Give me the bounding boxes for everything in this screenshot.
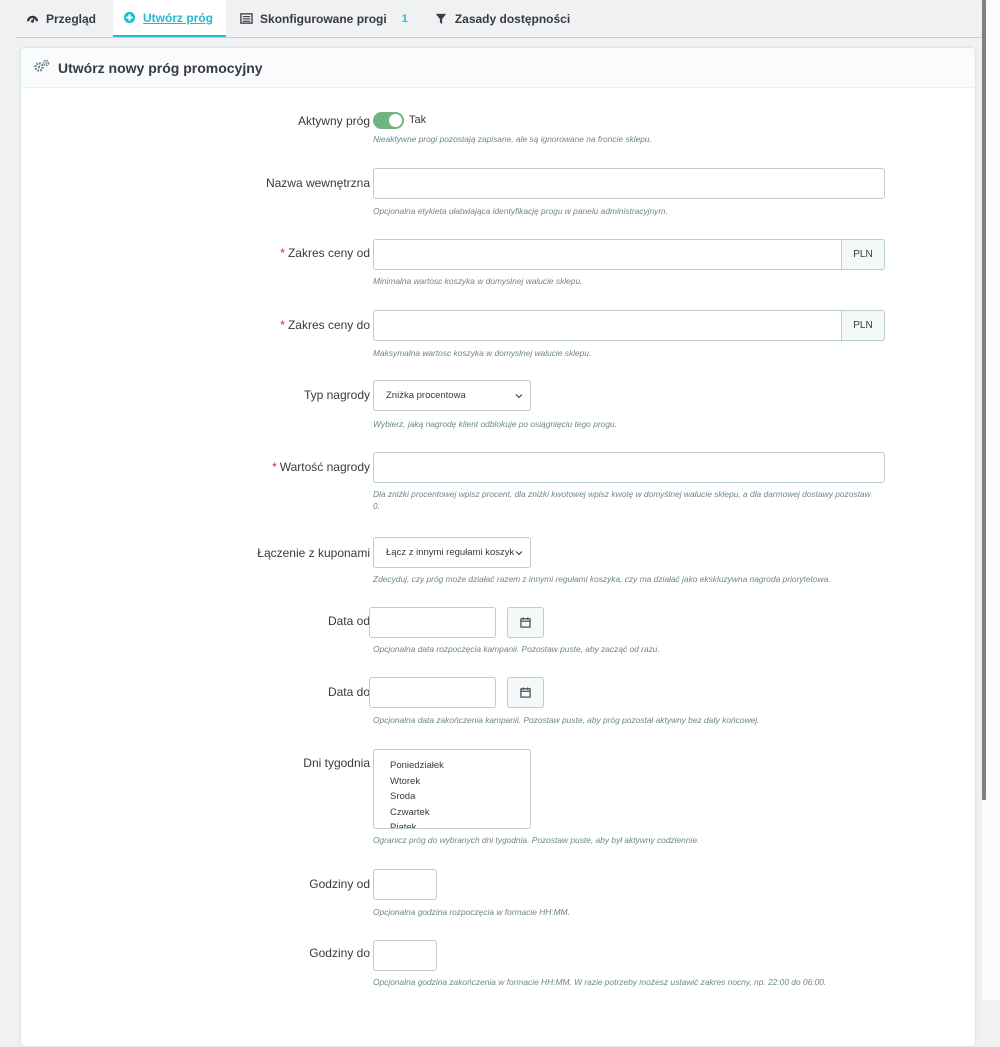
active-switch[interactable]	[373, 112, 404, 129]
date-to-help: Opcjonalna data zakończenia kampanii. Po…	[373, 715, 760, 725]
calendar-icon	[520, 687, 531, 698]
price-to-help: Maksymalna wartosc koszyka w domyslnej w…	[373, 348, 592, 358]
reward-type-help: Wybierz, jaką nagrodę klient odblokuje p…	[373, 419, 617, 429]
hours-to-help: Opcjonalna godzina zakończenia w formaci…	[373, 977, 827, 987]
price-to-label-text: Zakres ceny do	[287, 318, 370, 332]
date-to-calendar-button[interactable]	[507, 677, 544, 708]
days-label: Dni tygodnia	[303, 756, 370, 770]
reward-type-label: Typ nagrody	[303, 388, 370, 402]
date-from-input[interactable]	[369, 607, 496, 638]
name-label: Nazwa wewnętrzna	[265, 176, 370, 190]
hours-to-input[interactable]	[373, 940, 437, 971]
day-option[interactable]: Czwartek	[390, 805, 530, 821]
date-to-input[interactable]	[369, 677, 496, 708]
tab-label: Skonfigurowane progi	[260, 11, 387, 26]
switch-knob	[389, 114, 402, 127]
day-option[interactable]: Poniedziałek	[390, 758, 530, 774]
dashboard-icon	[26, 12, 39, 25]
reward-value-help: Dla zniżki procentowej wpisz procent, dl…	[373, 489, 871, 511]
list-icon	[240, 12, 253, 25]
price-from-label-text: Zakres ceny od	[287, 246, 370, 260]
tab-label: Utwórz próg	[143, 10, 214, 25]
price-from-label: * Zakres ceny od	[280, 246, 370, 260]
price-from-input[interactable]	[373, 239, 842, 270]
panel-title: Utwórz nowy próg promocyjny	[58, 59, 263, 76]
chevron-down-icon	[514, 548, 524, 558]
cogs-icon	[33, 59, 50, 76]
date-to-label: Data do	[327, 685, 370, 699]
name-input[interactable]	[373, 168, 885, 199]
day-option[interactable]: Sroda	[390, 789, 530, 805]
date-from-help: Opcjonalna data rozpoczęcia kampanii. Po…	[373, 644, 660, 654]
hours-to-label: Godziny do	[309, 946, 370, 960]
calendar-icon	[520, 617, 531, 628]
tab-create-threshold[interactable]: Utwórz próg	[113, 0, 227, 37]
combine-help: Zdecyduj, czy próg może działać razem z …	[373, 574, 831, 584]
count-badge: 1	[401, 12, 408, 25]
combine-value: Łącz z innymi regułami koszyka	[386, 547, 520, 558]
tab-label: Przegląd	[46, 11, 97, 26]
tab-overview[interactable]: Przegląd	[16, 0, 109, 37]
combine-select[interactable]: Łącz z innymi regułami koszyka	[373, 537, 531, 568]
active-help: Nieaktywne progi pozostają zapisane, ale…	[373, 134, 652, 144]
reward-type-value: Zniżka procentowa	[386, 390, 466, 401]
tab-availability-rules[interactable]: Zasady dostępności	[425, 0, 583, 37]
tab-label: Zasady dostępności	[454, 11, 571, 26]
currency-addon: PLN	[841, 239, 885, 270]
day-option[interactable]: Wtorek	[390, 774, 530, 790]
hours-from-input[interactable]	[373, 869, 437, 900]
panel-heading: Utwórz nowy próg promocyjny	[21, 48, 975, 88]
hours-from-label: Godziny od	[309, 877, 370, 891]
filter-icon	[435, 12, 448, 25]
reward-value-label-text: Wartość nagrody	[279, 460, 370, 474]
reward-value-label: * Wartość nagrody	[272, 460, 370, 474]
currency-addon: PLN	[841, 310, 885, 341]
tab-bar: Przegląd Utwórz próg Skonfigurowane prog…	[16, 0, 982, 38]
scrollbar-thumb[interactable]	[982, 0, 986, 800]
price-to-input[interactable]	[373, 310, 842, 341]
reward-type-select[interactable]: Zniżka procentowa	[373, 380, 531, 411]
price-from-help: Minimalna wartosc koszyka w domyslnej wa…	[373, 276, 583, 286]
hours-from-help: Opcjonalna godzina rozpoczęcia w formaci…	[373, 907, 570, 917]
name-help: Opcjonalna etykieta ułatwiająca identyfi…	[373, 206, 668, 216]
active-label: Aktywny próg	[297, 114, 370, 128]
combine-label: Łączenie z kuponami	[257, 546, 370, 560]
days-help: Ogranicz próg do wybranych dni tygodnia.…	[373, 835, 700, 845]
date-from-calendar-button[interactable]	[507, 607, 544, 638]
active-switch-state: Tak	[409, 114, 427, 126]
reward-value-input[interactable]	[373, 452, 885, 483]
day-option[interactable]: Piątek	[390, 820, 530, 828]
plus-circle-icon	[123, 11, 136, 24]
price-to-label: * Zakres ceny do	[280, 318, 370, 332]
chevron-down-icon	[515, 394, 523, 399]
days-multiselect[interactable]: Poniedziałek Wtorek Sroda Czwartek Piąte…	[373, 749, 531, 829]
tab-configured-thresholds[interactable]: Skonfigurowane progi 1	[230, 0, 421, 37]
date-from-label: Data od	[327, 614, 370, 628]
